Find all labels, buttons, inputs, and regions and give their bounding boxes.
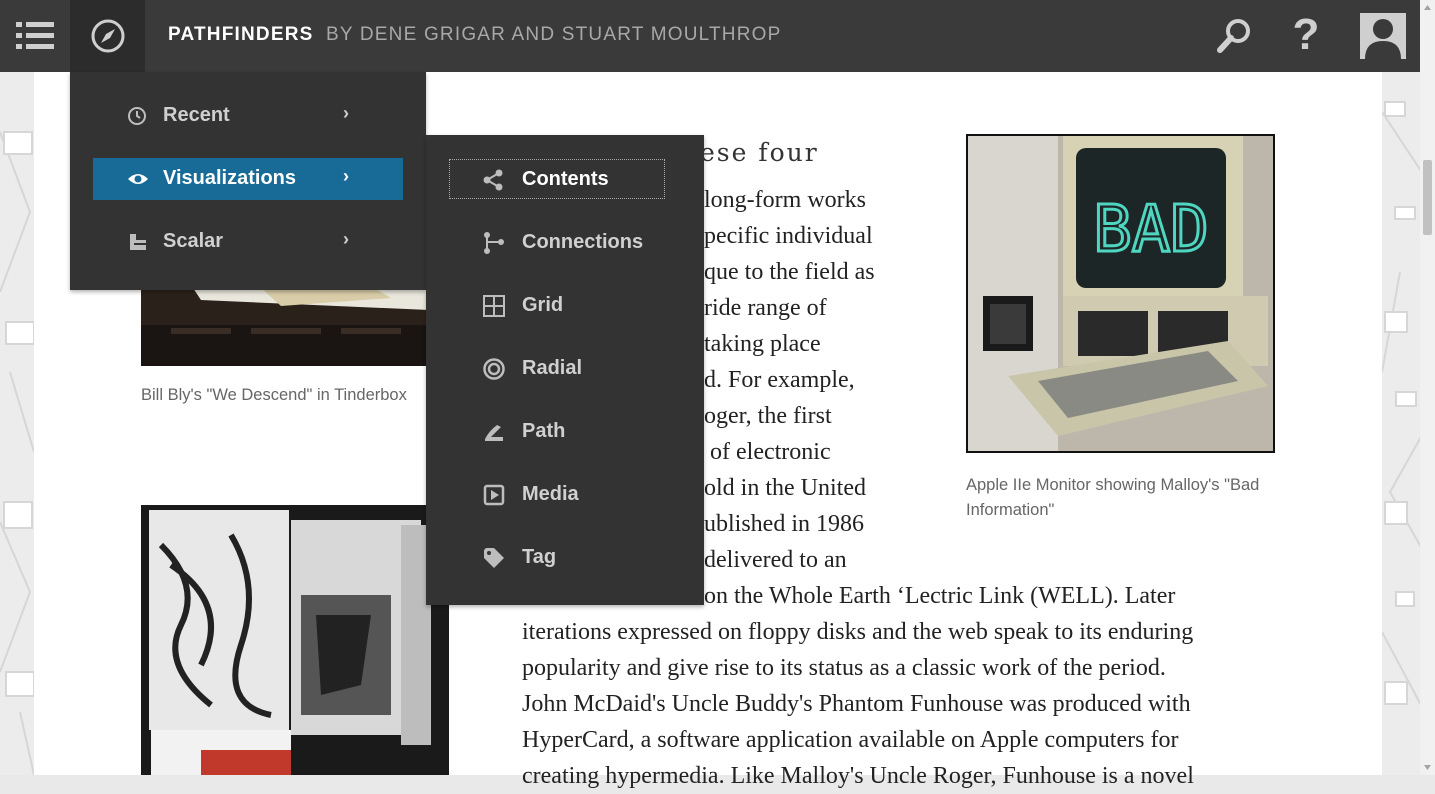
radial-icon bbox=[483, 358, 505, 380]
apple-iie-image[interactable]: BAD bbox=[966, 134, 1275, 453]
clock-icon bbox=[128, 106, 150, 126]
submenu-item-contents[interactable]: Contents bbox=[449, 159, 665, 199]
submenu-item-label: Path bbox=[522, 420, 566, 442]
submenu-item-label: Grid bbox=[522, 294, 564, 316]
vertical-scrollbar[interactable] bbox=[1420, 0, 1435, 775]
body-line: popularity and give rise to its status a… bbox=[522, 655, 1166, 681]
submenu-item-tag[interactable]: Tag bbox=[450, 538, 664, 576]
menu-item-recent[interactable]: Recent › bbox=[93, 95, 403, 137]
visualizations-submenu: Contents Connections Grid Radial Path Me… bbox=[426, 135, 704, 605]
tinderbox-caption: Bill Bly's "We Descend" in Tinderbox bbox=[141, 386, 407, 404]
scroll-up-arrow-icon[interactable] bbox=[1420, 0, 1435, 15]
help-button[interactable]: ? bbox=[1286, 10, 1326, 60]
chevron-right-icon: › bbox=[343, 166, 349, 186]
search-icon[interactable] bbox=[1212, 14, 1256, 58]
submenu-item-label: Contents bbox=[522, 168, 609, 190]
body-line: ride range of bbox=[704, 295, 827, 321]
body-line: ublished in 1986 bbox=[704, 511, 864, 537]
connections-icon bbox=[483, 232, 505, 254]
menu-item-scalar[interactable]: Scalar › bbox=[93, 221, 403, 263]
body-line: iterations expressed on floppy disks and… bbox=[522, 619, 1194, 645]
body-line: creating hypermedia. Like Malloy's Uncle… bbox=[522, 763, 1194, 789]
svg-text:BAD: BAD bbox=[1093, 193, 1209, 267]
chevron-right-icon: › bbox=[343, 103, 349, 123]
body-line: HyperCard, a software application availa… bbox=[522, 727, 1179, 753]
avatar-icon[interactable] bbox=[1360, 13, 1406, 59]
body-line: long-form works bbox=[704, 187, 866, 213]
site-title[interactable]: PATHFINDERS bbox=[168, 24, 314, 46]
body-line: of electronic bbox=[710, 439, 831, 465]
submenu-item-label: Radial bbox=[522, 357, 583, 379]
submenu-item-label: Tag bbox=[522, 546, 557, 568]
eye-icon bbox=[128, 169, 150, 189]
grid-icon bbox=[483, 295, 505, 317]
apple-caption: Apple IIe Monitor showing Malloy's "Bad … bbox=[966, 476, 1260, 519]
top-navigation-bar: PATHFINDERS BY DENE GRIGAR AND STUART MO… bbox=[0, 0, 1420, 72]
scrollbar-thumb[interactable] bbox=[1423, 160, 1432, 235]
tag-icon bbox=[483, 547, 505, 569]
submenu-item-media[interactable]: Media bbox=[450, 475, 664, 513]
chevron-right-icon: › bbox=[343, 229, 349, 249]
body-line: oger, the first bbox=[704, 403, 832, 429]
body-line: delivered to an bbox=[704, 547, 847, 573]
body-line: taking place bbox=[704, 331, 821, 357]
menu-item-visualizations[interactable]: Visualizations › bbox=[93, 158, 403, 200]
body-line: pecific individual bbox=[704, 223, 873, 249]
submenu-item-radial[interactable]: Radial bbox=[450, 349, 664, 387]
menu-item-label: Scalar bbox=[163, 230, 224, 252]
submenu-item-connections[interactable]: Connections bbox=[450, 223, 664, 261]
compass-icon[interactable] bbox=[70, 0, 145, 72]
media-icon bbox=[483, 484, 505, 506]
scroll-down-arrow-icon[interactable] bbox=[1420, 760, 1435, 775]
path-icon bbox=[483, 421, 505, 443]
body-line: que to the field as bbox=[704, 259, 875, 285]
nav-dropdown-menu: Recent › Visualizations › Scalar › bbox=[70, 72, 426, 290]
section-heading: ese four bbox=[700, 138, 819, 167]
submenu-item-path[interactable]: Path bbox=[450, 412, 664, 450]
contents-icon bbox=[483, 169, 505, 191]
hamburger-icon[interactable] bbox=[0, 0, 70, 72]
uncle-buddy-image[interactable] bbox=[141, 505, 449, 775]
body-line: John McDaid's Uncle Buddy's Phantom Funh… bbox=[522, 691, 1191, 717]
body-line: on the Whole Earth ‘Lectric Link (WELL).… bbox=[704, 583, 1176, 609]
submenu-item-label: Connections bbox=[522, 231, 644, 253]
submenu-item-label: Media bbox=[522, 483, 579, 505]
body-line: d. For example, bbox=[704, 367, 855, 393]
menu-item-label: Visualizations bbox=[163, 167, 297, 189]
submenu-item-grid[interactable]: Grid bbox=[450, 286, 664, 324]
site-authors: BY DENE GRIGAR AND STUART MOULTHROP bbox=[326, 24, 782, 45]
body-line: old in the United bbox=[704, 475, 866, 501]
scalar-icon bbox=[128, 232, 150, 252]
menu-item-label: Recent bbox=[163, 104, 230, 126]
